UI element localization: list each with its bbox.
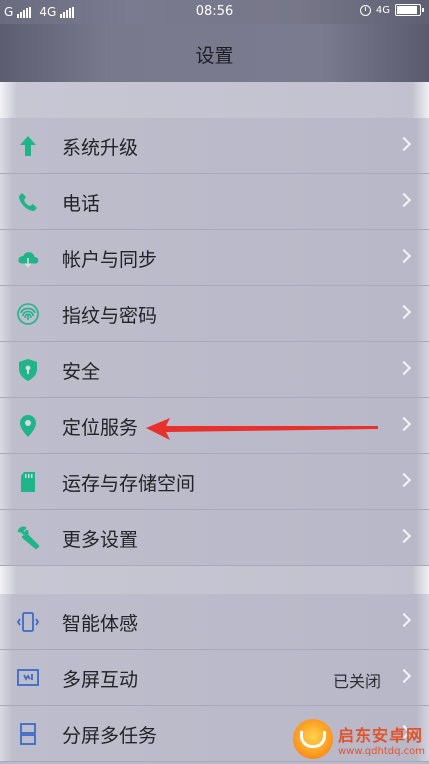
title-bar: 设置 [0,24,429,82]
battery-icon [395,4,424,16]
row-security[interactable]: 安全 [0,342,429,398]
shield-icon [16,358,40,382]
motion-phone-icon [16,610,40,634]
group-separator [0,82,429,118]
chevron-right-icon [396,416,412,432]
row-label: 帐户与同步 [62,249,158,271]
chevron-right-icon [396,248,412,264]
row-label: 指纹与密码 [62,305,158,327]
alarm-icon [359,4,371,16]
settings-group-1: 系统升级 电话 帐户与同步 指纹与密码 安全 定位服务 运存与存储空间 更多设置 [0,118,429,566]
watermark-logo-icon [293,719,333,759]
chevron-right-icon [396,528,412,544]
fingerprint-icon [16,302,40,326]
row-smart-motion[interactable]: 智能体感 [0,594,429,650]
row-label: 系统升级 [62,137,139,159]
row-account-sync[interactable]: 帐户与同步 [0,230,429,286]
wrench-icon [16,526,40,550]
phone-icon [16,190,40,214]
row-label: 智能体感 [62,613,139,635]
status-bar: G 4G 08:56 4G [0,0,429,24]
row-more-settings[interactable]: 更多设置 [0,510,429,566]
chevron-right-icon [396,360,412,376]
row-multi-screen[interactable]: 多屏互动 已关闭 [0,650,429,706]
row-label: 多屏互动 [62,669,139,691]
row-label: 安全 [62,361,101,383]
chevron-right-icon [396,612,412,628]
page-title: 设置 [195,45,234,67]
watermark-name: 启东安卓网 [338,725,424,745]
row-label: 运存与存储空间 [62,473,196,495]
row-phone[interactable]: 电话 [0,174,429,230]
split-screen-icon [16,722,40,746]
row-memory-storage[interactable]: 运存与存储空间 [0,454,429,510]
status-right: 4G [359,4,424,16]
arrow-up-icon [16,134,40,158]
cast-screen-icon [16,666,40,690]
row-label: 更多设置 [62,529,139,551]
row-fingerprint-password[interactable]: 指纹与密码 [0,286,429,342]
row-status-value: 已关闭 [332,672,381,691]
chevron-right-icon [396,192,412,208]
chevron-right-icon [396,304,412,320]
sd-card-icon [16,470,40,494]
location-pin-icon [16,414,40,438]
chevron-right-icon [396,472,412,488]
watermark-url: www.qdhtdq.com [338,745,425,757]
cloud-sync-icon [16,246,40,270]
chevron-right-icon [396,668,412,684]
row-system-update[interactable]: 系统升级 [0,118,429,174]
row-label: 分屏多任务 [62,725,158,747]
annotation-arrow-icon [146,418,378,440]
row-label: 定位服务 [62,417,139,439]
chevron-right-icon [396,136,412,152]
row-label: 电话 [62,193,101,215]
watermark: 启东安卓网 www.qdhtdq.com [293,714,425,764]
network-label: 4G [375,4,390,16]
